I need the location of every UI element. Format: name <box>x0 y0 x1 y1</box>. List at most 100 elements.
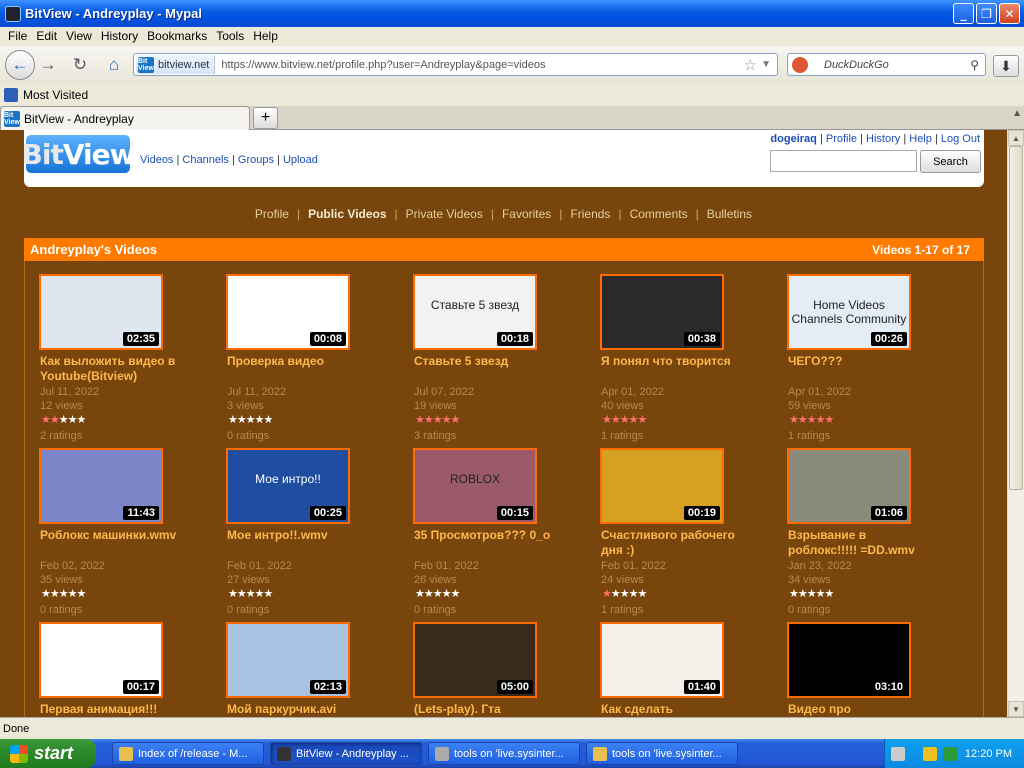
menu-help[interactable]: Help <box>253 29 278 43</box>
nav-channels-link[interactable]: Channels <box>182 154 228 166</box>
video-thumbnail[interactable]: 02:35 <box>39 274 163 350</box>
video-thumbnail[interactable]: Мое интро!! 00:25 <box>226 448 350 524</box>
video-thumbnail[interactable]: 02:13 <box>226 622 350 698</box>
video-title-link[interactable]: Видео про <box>788 702 938 717</box>
forward-arrow-icon[interactable]: → <box>35 52 61 78</box>
history-link[interactable]: History <box>866 133 900 145</box>
url-text[interactable]: https://www.bitview.net/profile.php?user… <box>221 59 743 71</box>
address-bar[interactable]: Bit View bitview.net https://www.bitview… <box>133 53 778 76</box>
video-title-link[interactable]: Счастливого рабочего дня :) <box>601 528 751 558</box>
video-thumbnail[interactable]: ROBLOX 00:15 <box>413 448 537 524</box>
video-thumbnail[interactable]: 00:08 <box>226 274 350 350</box>
video-thumbnail[interactable]: 03:10 <box>787 622 911 698</box>
video-thumbnail[interactable]: 00:38 <box>600 274 724 350</box>
taskbar-item-bitview[interactable]: BitView - Andreyplay ... <box>270 742 422 765</box>
video-title-link[interactable]: Ставьте 5 звезд <box>414 354 564 369</box>
video-ratings: 0 ratings <box>227 604 270 616</box>
back-arrow-icon[interactable]: ← <box>5 50 35 80</box>
menu-bookmarks[interactable]: Bookmarks <box>147 29 207 43</box>
scroll-up-icon[interactable]: ▲ <box>1008 130 1024 146</box>
keyboard-icon[interactable] <box>891 746 905 761</box>
video-title-link[interactable]: Как сделать <box>601 702 751 717</box>
taskbar-item-release-index[interactable]: Index of /release - M... <box>112 742 264 765</box>
downloads-arrow-icon[interactable]: ⬇ <box>993 55 1019 77</box>
video-title-link[interactable]: 35 Просмотров??? 0_o <box>414 528 564 543</box>
video-title-link[interactable]: Роблокс машинки.wmv <box>40 528 190 543</box>
logout-link[interactable]: Log Out <box>941 133 980 145</box>
nav-upload-link[interactable]: Upload <box>283 154 318 166</box>
scrollbar-thumb[interactable] <box>1009 146 1023 490</box>
menu-file[interactable]: File <box>8 29 27 43</box>
home-icon[interactable]: ⌂ <box>101 52 127 78</box>
bookmark-star-icon[interactable]: ☆ <box>744 56 757 74</box>
taskbar-item-sysinternals-1[interactable]: tools on 'live.sysinter... <box>428 742 580 765</box>
video-duration: 02:13 <box>309 680 346 694</box>
tab-bitview-andreyplay[interactable]: Bit View BitView - Andreyplay <box>0 106 250 130</box>
subnav-item-0[interactable]: Profile <box>255 207 289 221</box>
subnav-item-5[interactable]: Comments <box>630 207 688 221</box>
subnav-item-2[interactable]: Private Videos <box>406 207 483 221</box>
site-search-input[interactable] <box>770 150 917 172</box>
video-views: 35 views <box>40 574 83 586</box>
nav-groups-link[interactable]: Groups <box>238 154 274 166</box>
video-thumbnail[interactable]: Ставьте 5 звезд 00:18 <box>413 274 537 350</box>
video-title-link[interactable]: Взрывание в роблокс!!!!! =DD.wmv <box>788 528 938 558</box>
nav-videos-link[interactable]: Videos <box>140 154 173 166</box>
network-icon[interactable] <box>943 746 957 761</box>
video-thumbnail[interactable]: 01:06 <box>787 448 911 524</box>
site-identity-button[interactable]: Bit View bitview.net <box>136 55 216 74</box>
video-title-link[interactable]: Мое интро!!.wmv <box>227 528 377 543</box>
menu-view[interactable]: View <box>66 29 92 43</box>
search-engine-placeholder[interactable]: DuckDuckGo <box>824 59 970 71</box>
network-drive-icon <box>435 746 449 761</box>
video-title-link[interactable]: Я понял что творится <box>601 354 751 369</box>
help-link[interactable]: Help <box>909 133 932 145</box>
tab-scroll-up-icon[interactable]: ▲ <box>1012 108 1022 119</box>
site-identity-label: bitview.net <box>158 58 210 71</box>
maximize-button[interactable]: ❐ <box>976 3 997 24</box>
clock: 12:20 PM <box>964 747 1012 760</box>
security-shield-icon[interactable] <box>923 746 937 761</box>
subnav-item-4[interactable]: Friends <box>570 207 610 221</box>
duckduckgo-icon[interactable] <box>792 56 808 73</box>
username-link[interactable]: dogeiraq <box>770 133 816 145</box>
subnav-item-6[interactable]: Bulletins <box>707 207 752 221</box>
thumbnail-text: Home Videos Channels Community <box>791 298 907 326</box>
menu-tools[interactable]: Tools <box>216 29 244 43</box>
close-button[interactable]: ✕ <box>999 3 1020 24</box>
profile-link[interactable]: Profile <box>826 133 857 145</box>
vertical-scrollbar[interactable]: ▲ ▼ <box>1007 130 1024 717</box>
magnifier-icon[interactable]: ⚲ <box>970 58 979 72</box>
video-title-link[interactable]: (Lets-play). Гта <box>414 702 564 717</box>
start-button[interactable]: start <box>0 739 96 768</box>
video-title-link[interactable]: Как выложить видео в Youtube(Bitview) <box>40 354 190 384</box>
video-title-link[interactable]: Проверка видео <box>227 354 377 369</box>
web-search-box[interactable]: DuckDuckGo ⚲ <box>787 53 986 76</box>
rating-stars-icon: ★★★★★ <box>415 414 460 426</box>
taskbar-item-sysinternals-2[interactable]: tools on 'live.sysinter... <box>586 742 738 765</box>
scroll-down-icon[interactable]: ▼ <box>1008 701 1024 717</box>
video-thumbnail[interactable]: Home Videos Channels Community 00:26 <box>787 274 911 350</box>
video-views: 3 views <box>227 400 264 412</box>
video-thumbnail[interactable]: 00:19 <box>600 448 724 524</box>
reload-icon[interactable]: ↻ <box>67 52 93 78</box>
video-title-link[interactable]: ЧЕГО??? <box>788 354 938 369</box>
video-thumbnail[interactable]: 01:40 <box>600 622 724 698</box>
subnav-item-1[interactable]: Public Videos <box>308 207 386 221</box>
site-search-button[interactable]: Search <box>920 150 981 173</box>
menu-edit[interactable]: Edit <box>36 29 57 43</box>
minimize-button[interactable]: _ <box>953 3 974 24</box>
new-tab-button[interactable]: + <box>253 107 278 129</box>
video-thumbnail[interactable]: 05:00 <box>413 622 537 698</box>
tab-favicon-icon: Bit View <box>4 110 20 127</box>
bitview-logo[interactable]: Bit View <box>22 135 135 173</box>
video-thumbnail[interactable]: 00:17 <box>39 622 163 698</box>
video-title-link[interactable]: Первая анимация!!! <box>40 702 190 717</box>
menu-history[interactable]: History <box>101 29 138 43</box>
bookmark-most-visited[interactable]: Most Visited <box>23 88 88 102</box>
url-dropdown-icon[interactable]: ▼ <box>761 59 771 70</box>
video-title-link[interactable]: Мой паркурчик.avi <box>227 702 377 717</box>
video-thumbnail[interactable]: 11:43 <box>39 448 163 524</box>
subnav-item-3[interactable]: Favorites <box>502 207 551 221</box>
window-title: BitView - Andreyplay - Mypal <box>25 6 202 21</box>
